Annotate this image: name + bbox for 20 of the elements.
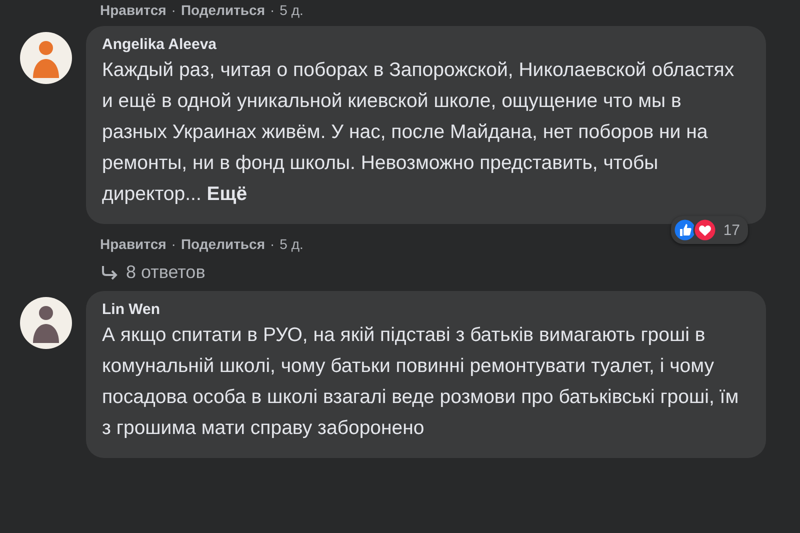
like-link[interactable]: Нравится	[100, 2, 166, 18]
share-link[interactable]: Поделиться	[180, 236, 265, 252]
comment-text: Каждый раз, читая о поборах в Запорожской, Николаевской областях и ещё в одной уникальной киевской школе, ощущение что мы в разных Украинах живём. У нас, после Майдана, нет поборов ни на ремонты, ни в фонд школы. Невозможно представить, чтобы директор... Ещё	[102, 58, 736, 207]
see-more-link[interactable]: Ещё	[206, 183, 248, 205]
share-link[interactable]: Поделиться	[180, 2, 265, 18]
separator-dot: ·	[171, 236, 176, 252]
separator-dot: ·	[270, 236, 275, 252]
timestamp[interactable]: 5 д.	[280, 2, 304, 18]
like-link[interactable]: Нравится	[100, 236, 166, 252]
reactions-pill[interactable]: 17	[671, 216, 748, 244]
avatar[interactable]	[20, 297, 72, 349]
reply-arrow-icon	[100, 264, 118, 280]
timestamp[interactable]: 5 д.	[280, 236, 304, 252]
avatar[interactable]	[20, 32, 72, 84]
author-name[interactable]: Lin Wen	[102, 301, 160, 318]
author-name[interactable]: Angelika Aleeva	[102, 36, 216, 53]
comment-text: А якщо спитати в РУО, на якій підставі з батьків вимагають гроші в комунальній школі, чому батьки повинні ремонтувати туалет, і чому посадова особа в школі взагалі веде розмови про батьківські гроші, їм з грошима мати справу заборонено	[102, 323, 740, 441]
separator-dot: ·	[270, 2, 275, 18]
replies-button[interactable]: 8 ответов	[86, 252, 766, 283]
separator-dot: ·	[171, 2, 176, 18]
